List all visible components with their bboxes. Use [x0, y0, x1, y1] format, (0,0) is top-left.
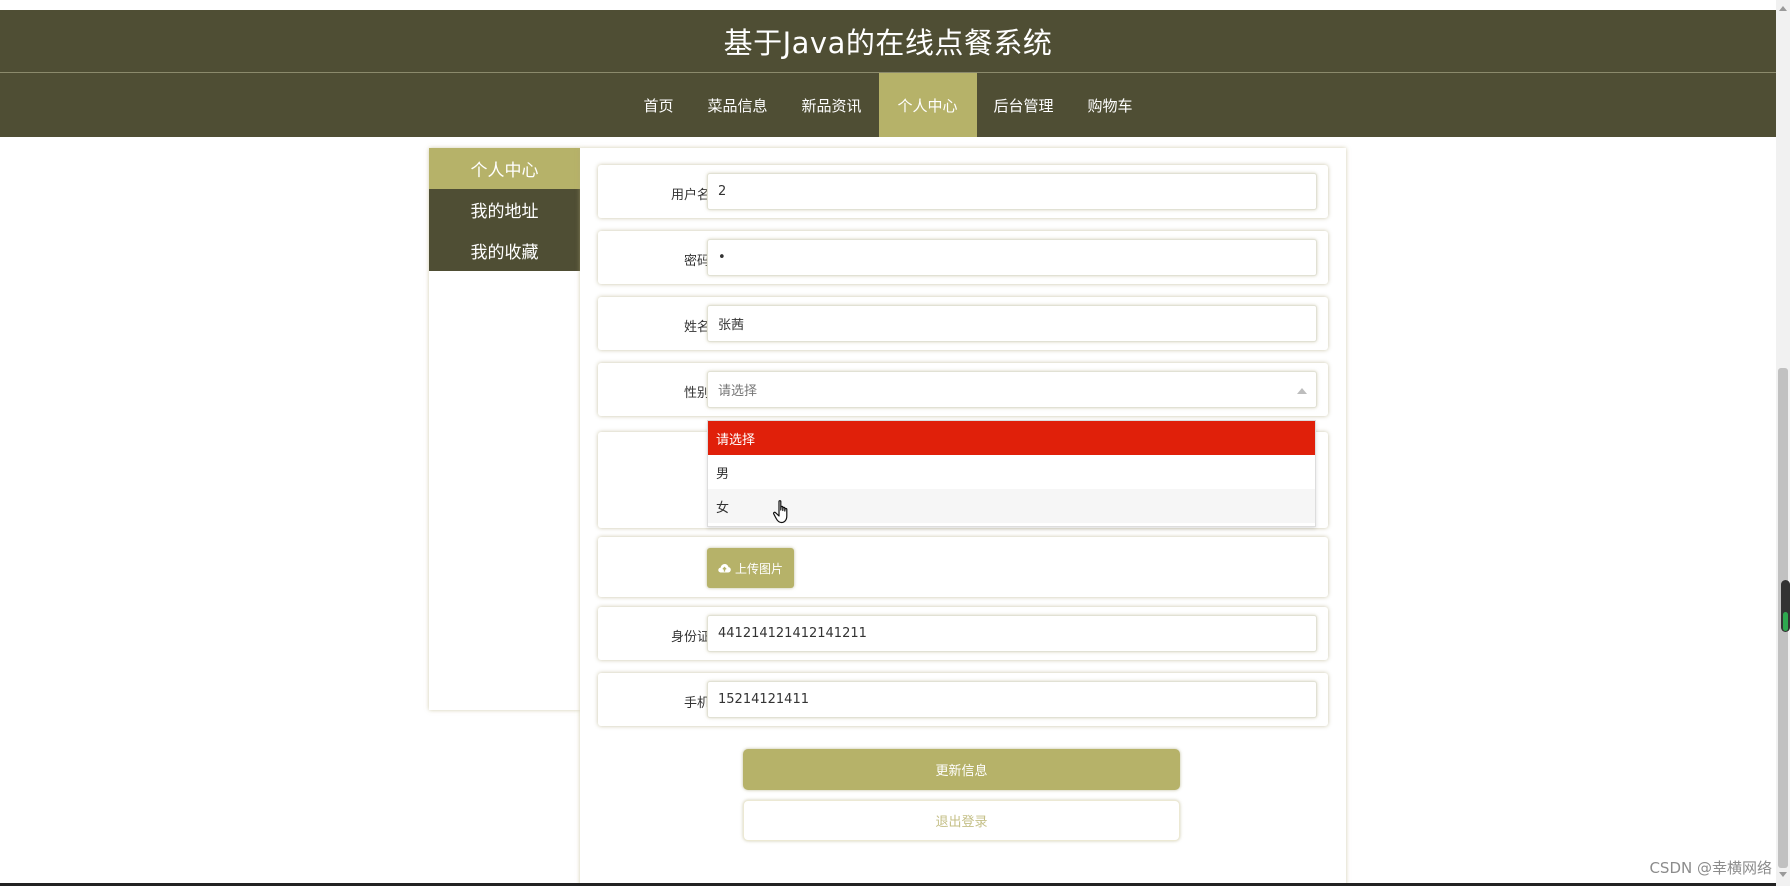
- name-row: 姓名 张茜: [598, 297, 1328, 350]
- idcard-input[interactable]: 441214121412141211: [707, 615, 1317, 652]
- logout-button[interactable]: 退出登录: [743, 800, 1180, 841]
- gender-option-placeholder[interactable]: 请选择: [708, 421, 1315, 455]
- phone-input[interactable]: 15214121411: [707, 681, 1317, 718]
- overlay-scroll-indicator-dot: [1783, 612, 1788, 631]
- main-nav: 首页 菜品信息 新品资讯 个人中心 后台管理 购物车: [0, 72, 1776, 137]
- gender-dropdown: 请选择 男 女: [707, 420, 1316, 527]
- idcard-label: 身份证: [670, 630, 710, 645]
- gender-label: 性别: [683, 386, 710, 401]
- nav-news[interactable]: 新品资讯: [784, 73, 878, 137]
- name-input[interactable]: 张茜: [707, 305, 1317, 342]
- top-band: [0, 0, 1790, 10]
- gender-option-male[interactable]: 男: [708, 455, 1315, 489]
- idcard-row: 身份证 441214121412141211: [598, 607, 1328, 660]
- nav-dishes[interactable]: 菜品信息: [690, 73, 784, 137]
- sidebar-item-my-favorites[interactable]: 我的收藏: [429, 230, 580, 271]
- gender-row: 性别 请选择: [598, 363, 1328, 416]
- sidebar-item-my-address[interactable]: 我的地址: [429, 189, 580, 230]
- username-row: 用户名 2: [598, 165, 1328, 218]
- upload-image-label: 上传图片: [734, 561, 783, 576]
- username-input[interactable]: 2: [707, 173, 1317, 210]
- username-label: 用户名: [670, 188, 710, 203]
- site-title: 基于Java的在线点餐系统: [723, 26, 1053, 60]
- nav-admin[interactable]: 后台管理: [977, 73, 1071, 137]
- upload-image-button[interactable]: 上传图片: [707, 548, 794, 588]
- site-header: 基于Java的在线点餐系统: [0, 10, 1776, 72]
- nav-personal-center[interactable]: 个人中心: [878, 73, 977, 137]
- watermark: CSDN @幸横网络: [1649, 859, 1772, 877]
- gender-select-value: 请选择: [718, 384, 758, 399]
- page: 基于Java的在线点餐系统 首页 菜品信息 新品资讯 个人中心 后台管理 购物车…: [0, 0, 1790, 886]
- hand-pointer-icon: [772, 500, 788, 524]
- phone-label: 手机: [683, 696, 710, 711]
- scroll-up-arrow-icon[interactable]: [1779, 6, 1787, 11]
- upload-row: 上传图片: [598, 537, 1328, 597]
- nav-cart[interactable]: 购物车: [1071, 73, 1150, 137]
- password-input[interactable]: •: [707, 239, 1317, 276]
- password-row: 密码 •: [598, 231, 1328, 284]
- sidebar-item-personal-center[interactable]: 个人中心: [429, 148, 580, 189]
- gender-option-female[interactable]: 女: [708, 489, 1315, 523]
- gender-select[interactable]: 请选择: [707, 371, 1317, 408]
- name-label: 姓名: [683, 320, 710, 335]
- sidebar: 个人中心 我的地址 我的收藏: [429, 148, 580, 710]
- update-info-button[interactable]: 更新信息: [743, 749, 1180, 790]
- phone-row: 手机 15214121411: [598, 673, 1328, 726]
- password-label: 密码: [683, 254, 710, 269]
- scroll-down-arrow-icon[interactable]: [1779, 872, 1787, 877]
- nav-home[interactable]: 首页: [626, 73, 690, 137]
- cloud-upload-icon: [718, 564, 731, 573]
- chevron-up-icon: [1297, 388, 1307, 394]
